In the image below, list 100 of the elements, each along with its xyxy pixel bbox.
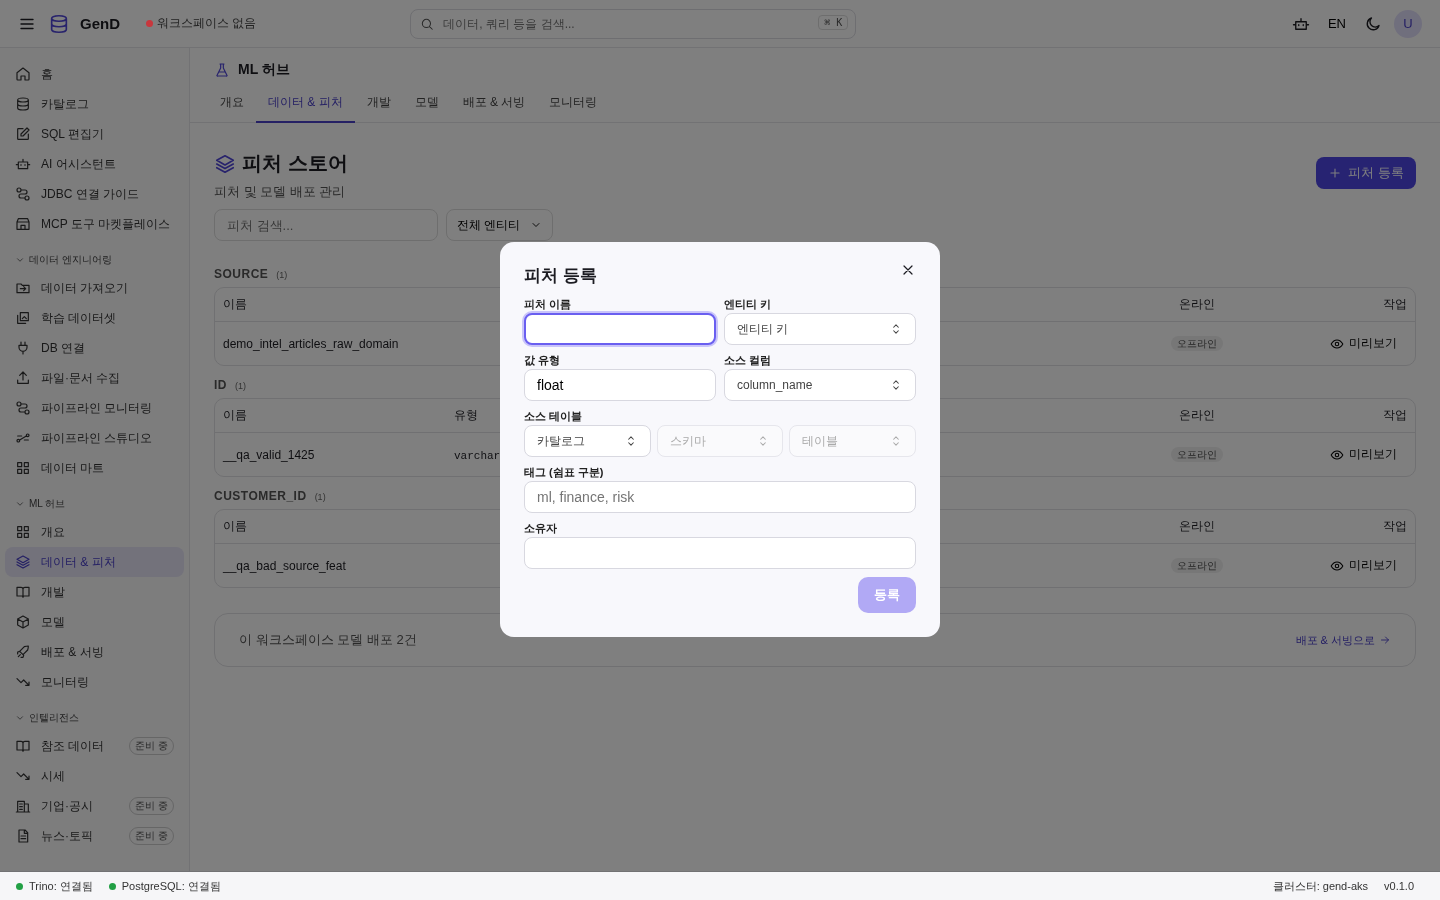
cluster-label: 클러스터: gend-aks [1272,878,1369,894]
dialog-title: 피처 등록 [524,265,597,287]
column-header: 작업 [1383,296,1407,313]
feature-search-field[interactable]: 피처 검색... [214,209,438,241]
text-field[interactable] [524,313,716,345]
grid-icon [15,460,31,476]
sidebar-item[interactable]: JDBC 연결 가이드 [5,179,184,209]
feature-name: __qa_bad_source_feat [223,558,346,573]
file-icon [15,828,31,844]
feature-name: demo_intel_articles_raw_domain [223,336,399,351]
column-header: 온라인 [1179,519,1215,533]
sidebar-item[interactable]: 카탈로그 [5,89,184,119]
status-badge: 오프라인 [1171,336,1223,351]
preview-button[interactable]: 미리보기 [1330,333,1407,354]
text-field[interactable]: float [524,369,716,401]
group-count: (1) [276,270,288,280]
tab[interactable]: 모델 [402,90,451,123]
workspace-label[interactable]: 워크스페이스 없음 [157,15,257,32]
database-icon [15,96,31,112]
column-header: 이름 [223,519,247,533]
sidebar-item[interactable]: 학습 데이터셋 [5,303,184,333]
group-title: ID [214,378,227,392]
feature-name: __qa_valid_1425 [223,447,315,462]
column-header: 유형 [454,408,478,422]
group-count: (1) [235,381,246,391]
register-feature-button[interactable]: 피처 등록 [1316,157,1416,189]
layers-icon [15,554,31,570]
sidebar-item[interactable]: 모델 [5,607,184,637]
tab[interactable]: 배포 & 서빙 [450,90,538,123]
feature-type: varchar [454,449,501,462]
column-header: 온라인 [1179,408,1215,422]
field-label: 소스 컬럼 [724,353,773,368]
language-button[interactable]: EN [1321,12,1352,35]
sidebar-item[interactable]: SQL 편집기 [5,119,184,149]
status-badge: 오프라인 [1171,558,1223,573]
shortcut-hint: ⌘ K [818,14,849,30]
column-header: 온라인 [1179,297,1215,311]
sidebar-item[interactable]: 데이터 가져오기 [5,273,184,303]
status-badge: 오프라인 [1171,447,1223,462]
select-field[interactable]: column_name [724,369,916,401]
search-icon [420,16,435,31]
field-label: 피처 이름 [524,297,573,312]
sidebar-item[interactable]: 개발 [5,577,184,607]
chevron-icon [15,499,25,509]
sidebar-group-header[interactable]: ML 허브 [5,483,184,517]
connection-status: PostgreSQL: 연결됨 [121,878,221,894]
sidebar-item[interactable]: 뉴스·토픽 준비 중 [5,821,184,851]
filter-dropdown[interactable]: 전체 엔티티 [446,209,554,241]
sidebar-item[interactable]: 개요 [5,517,184,547]
sidebar-item[interactable]: 파일·문서 수집 [5,363,184,393]
column-header: 작업 [1383,518,1407,535]
sidebar-item[interactable]: 데이터 마트 [5,453,184,483]
share-icon [15,430,31,446]
rocket-icon [15,644,31,660]
route-icon [15,186,31,202]
sidebar-item[interactable]: 홈 [5,59,184,89]
sidebar-item[interactable]: 데이터 & 피처 [5,547,184,577]
sidebar-item[interactable]: AI 어시스턴트 [5,149,184,179]
deployment-link[interactable]: 배포 & 서빙으로 [1295,632,1391,648]
sidebar-group-header[interactable]: 인텔리전스 [5,697,184,731]
field-label: 값 유형 [524,353,562,368]
sidebar-item[interactable]: 모니터링 [5,667,184,697]
field-label: 엔티티 키 [724,297,773,312]
preview-button[interactable]: 미리보기 [1330,444,1407,465]
sidebar-group-header[interactable]: 데이터 엔지니어링 [5,239,184,273]
plug-icon [15,340,31,356]
route-icon [15,400,31,416]
sidebar-item[interactable]: DB 연결 [5,333,184,363]
group-title: CUSTOMER_ID [214,489,307,503]
sidebar-item[interactable]: 시세 [5,761,184,791]
chevron-icon [15,255,25,265]
preview-button[interactable]: 미리보기 [1330,555,1407,576]
moon-icon[interactable] [1364,14,1382,33]
sidebar-item[interactable]: 배포 & 서빙 [5,637,184,667]
field-label: 소유자 [524,521,558,536]
sidebar-item[interactable]: 파이프라인 스튜디오 [5,423,184,453]
building-icon [15,798,31,814]
page-title: 피처 스토어 [242,151,348,176]
eye-icon [1330,447,1344,462]
user-avatar[interactable]: U [1394,9,1422,38]
tab[interactable]: 모니터링 [537,90,610,123]
chevron-icon [15,713,25,723]
tab[interactable]: 개발 [354,90,403,123]
sidebar-item[interactable]: 참조 데이터 준비 중 [5,731,184,761]
version-label: v0.1.0 [1384,880,1414,892]
tab[interactable]: 개요 [208,90,256,123]
book-icon [15,584,31,600]
sidebar-item[interactable]: MCP 도구 마켓플레이스 [5,209,184,239]
select-field[interactable]: 카탈로그 [524,425,651,457]
app-logo-text: GenD [80,15,120,32]
grid-icon [15,524,31,540]
page-subtitle: 피처 및 모델 배포 관리 [214,183,347,201]
select-field[interactable]: 엔티티 키 [724,313,916,345]
deployment-summary: 이 워크스페이스 모델 배포 2건 [239,631,417,649]
sidebar-item[interactable]: 기업·공시 준비 중 [5,791,184,821]
cube-icon [15,614,31,630]
plus-icon [1328,166,1343,180]
sidebar-item[interactable]: 파이프라인 모니터링 [5,393,184,423]
tab[interactable]: 데이터 & 피처 [256,90,355,123]
field-label: 소스 테이블 [524,409,584,424]
